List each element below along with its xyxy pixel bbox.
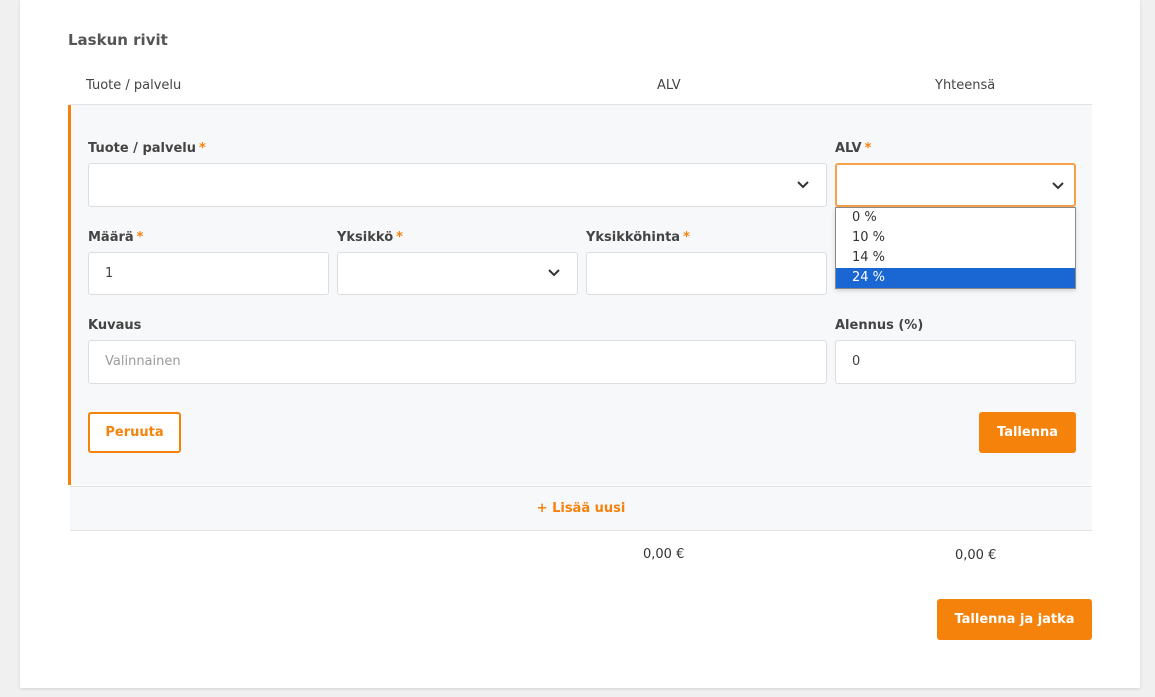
grand-total: 0,00 € (955, 548, 997, 563)
quantity-label: Määrä * (88, 230, 144, 245)
save-and-continue-button[interactable]: Tallenna ja jatka (937, 599, 1092, 640)
add-new-row-button[interactable]: + Lisää uusi (70, 486, 1092, 531)
column-header-vat: ALV (657, 78, 681, 93)
vat-select[interactable] (835, 163, 1076, 207)
unit-price-input[interactable] (586, 252, 827, 295)
invoice-row-editor (68, 105, 1092, 485)
column-header-product: Tuote / palvelu (86, 78, 182, 93)
product-label: Tuote / palvelu * (88, 141, 206, 156)
vat-label: ALV * (835, 141, 872, 156)
vat-option-0[interactable]: 0 % (836, 208, 1075, 228)
column-header-total: Yhteensä (935, 78, 996, 93)
section-title: Laskun rivit (68, 31, 168, 49)
vat-option-10[interactable]: 10 % (836, 228, 1075, 248)
unit-label: Yksikkö * (337, 230, 403, 245)
vat-option-24[interactable]: 24 % (836, 268, 1075, 288)
vat-total: 0,00 € (643, 547, 685, 562)
vat-dropdown-list: 0 % 10 % 14 % 24 % (835, 207, 1076, 289)
discount-input[interactable]: 0 (835, 340, 1076, 384)
chevron-down-icon (546, 264, 562, 280)
chevron-down-icon (795, 176, 811, 192)
discount-label: Alennus (%) (835, 318, 924, 333)
product-select[interactable] (88, 163, 827, 207)
unit-select[interactable] (337, 252, 578, 295)
save-button[interactable]: Tallenna (979, 412, 1076, 453)
cancel-button[interactable]: Peruuta (88, 412, 181, 453)
quantity-input[interactable]: 1 (88, 252, 329, 295)
vat-option-14[interactable]: 14 % (836, 248, 1075, 268)
description-label: Kuvaus (88, 318, 142, 333)
chevron-down-icon (1050, 177, 1066, 193)
description-input[interactable]: Valinnainen (88, 340, 827, 384)
unit-price-label: Yksikköhinta * (586, 230, 690, 245)
